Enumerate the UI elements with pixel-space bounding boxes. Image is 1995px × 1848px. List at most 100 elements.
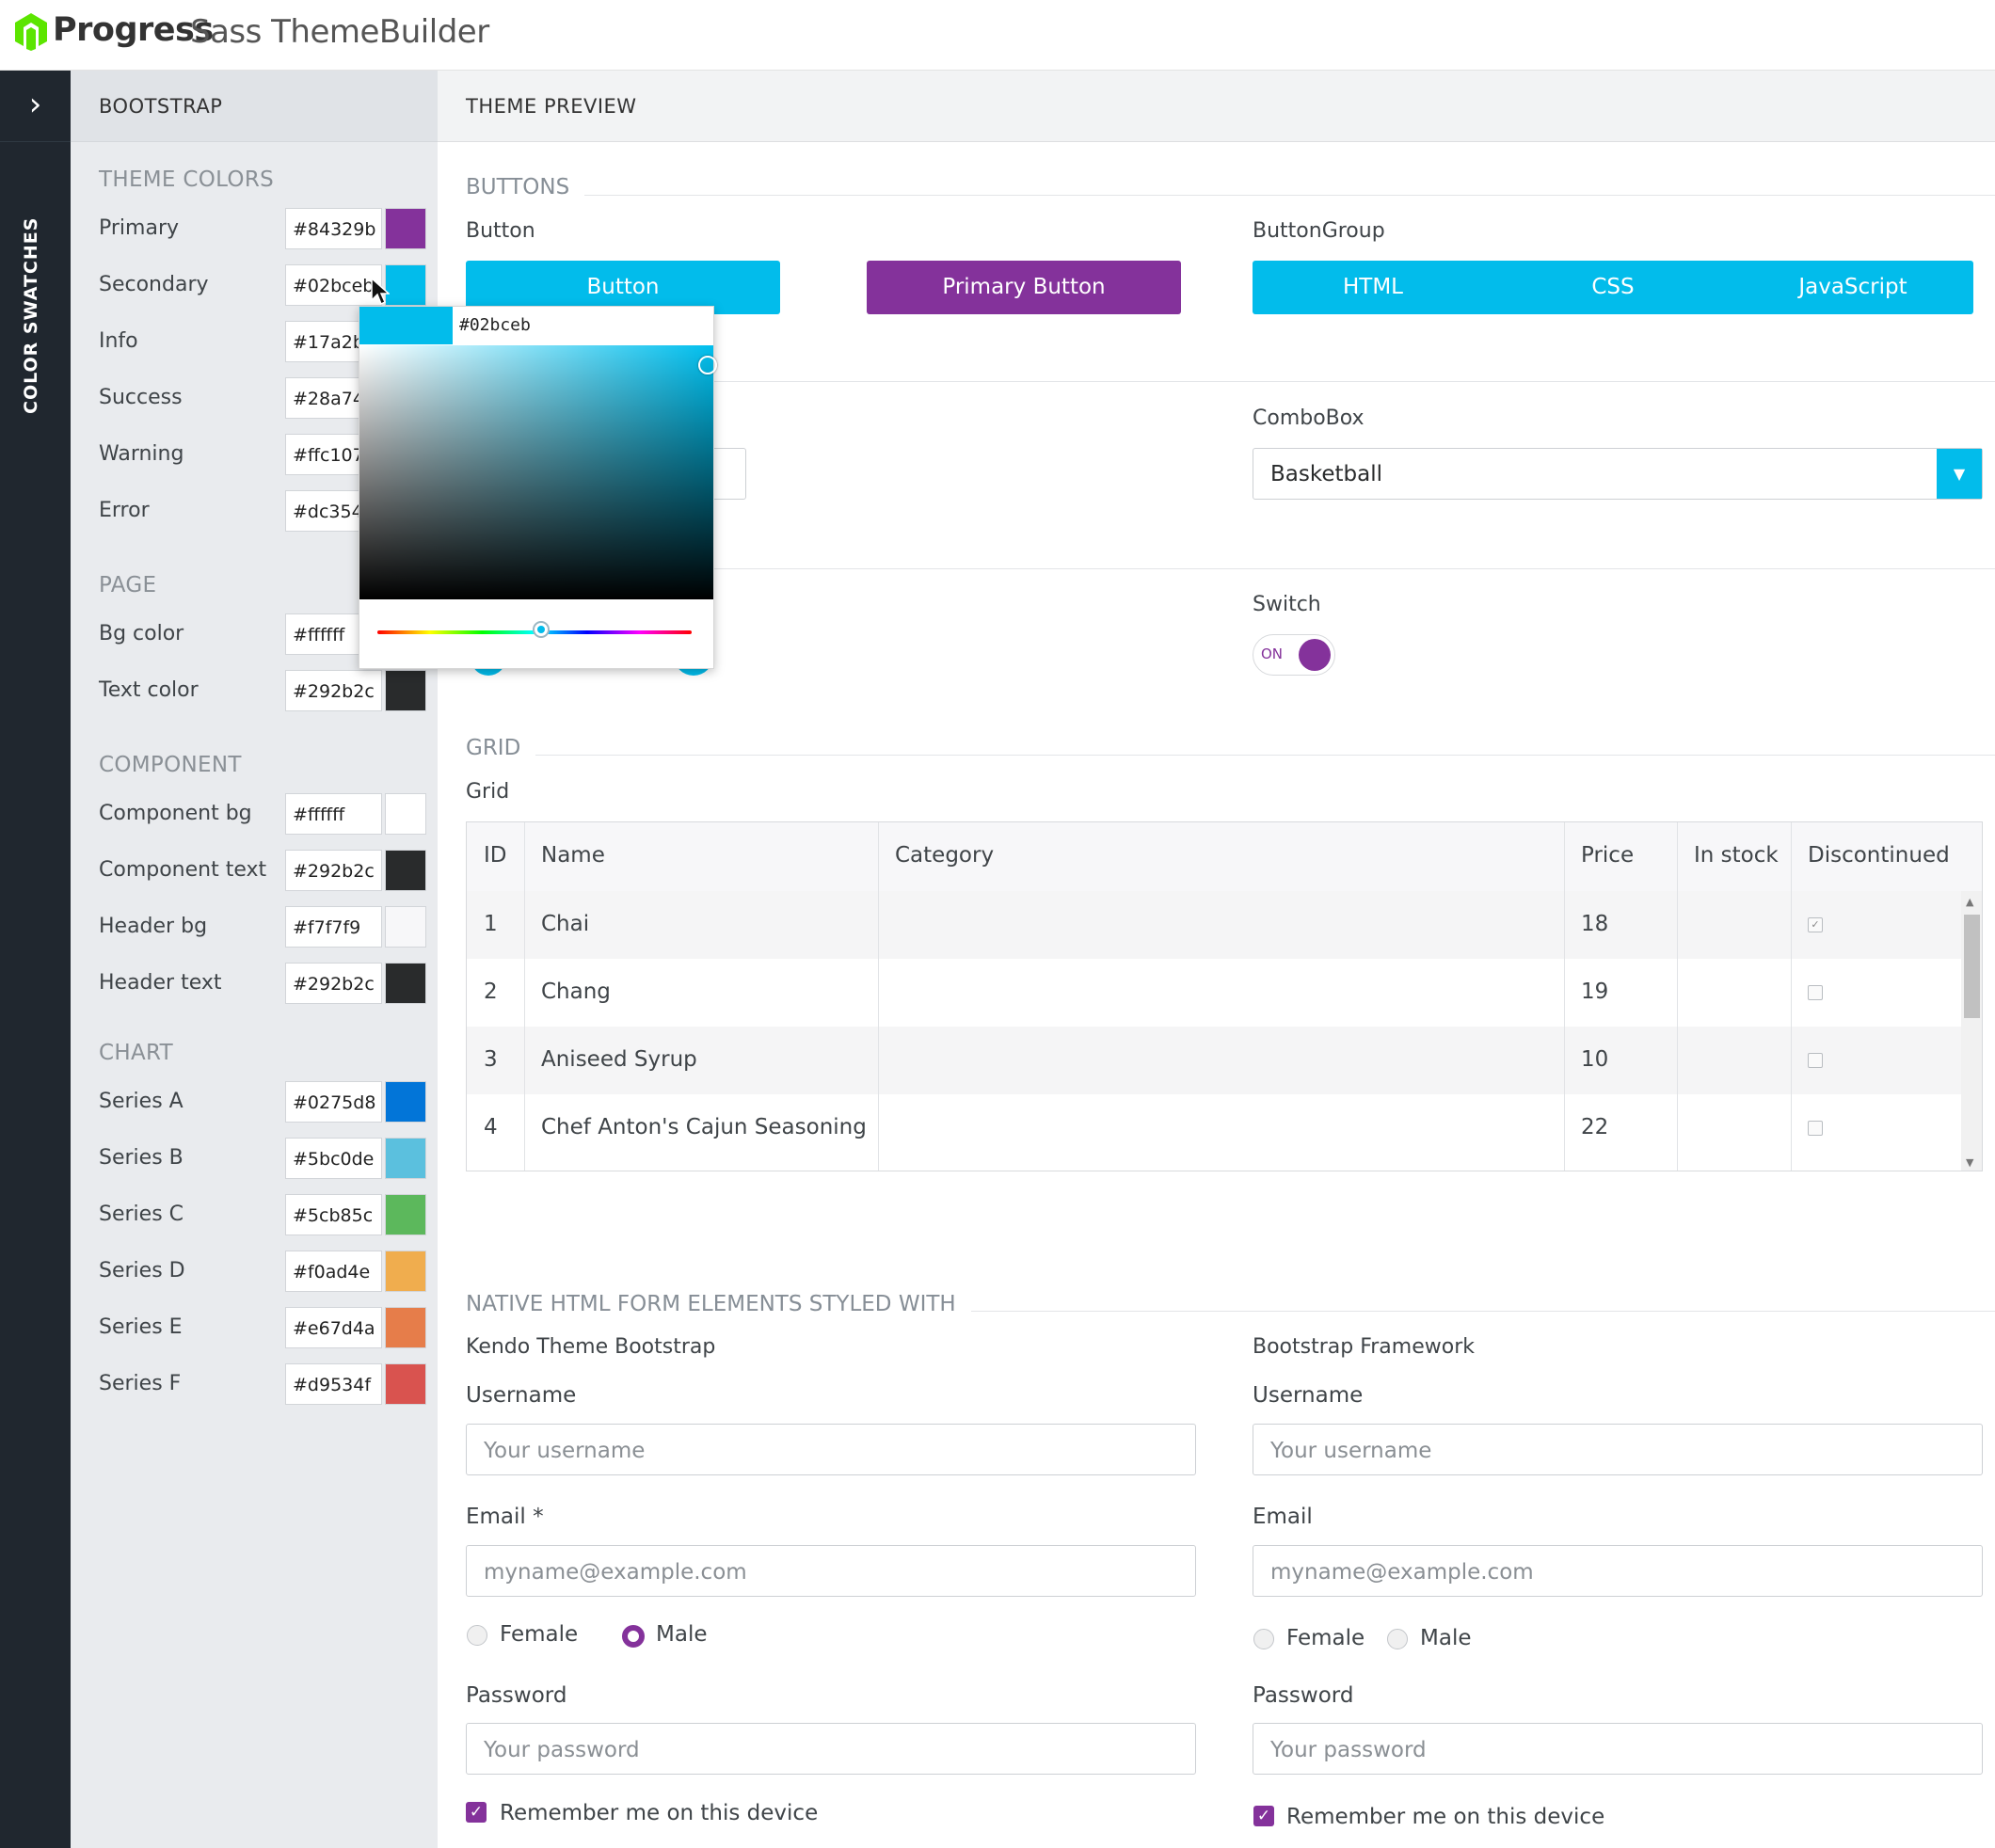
switch-thumb[interactable]	[1299, 639, 1331, 671]
chevron-right-icon[interactable]: ›	[0, 71, 71, 142]
swatch-hex-input[interactable]: #5bc0de	[285, 1138, 382, 1179]
bootstrap-email-input[interactable]: myname@example.com	[1253, 1545, 1983, 1597]
grid-cell-price: 10	[1581, 1047, 1609, 1072]
discontinued-checkbox[interactable]	[1808, 1121, 1823, 1136]
section-title-grid: GRID	[466, 736, 536, 760]
kendo-female-radio[interactable]	[467, 1625, 487, 1646]
kendo-password-label: Password	[466, 1683, 567, 1708]
swatch-row: Component bg #ffffff	[99, 793, 426, 836]
table-row[interactable]: 1 Chai 18 ✓	[467, 891, 1963, 959]
table-row[interactable]: 4 Chef Anton's Cajun Seasoning 22	[467, 1094, 1963, 1162]
top-bar: Progress Sass ThemeBuilder	[0, 0, 1995, 71]
data-grid: ID Name Category Price In stock Discontinued …	[466, 821, 1983, 1171]
swatch-color-chip[interactable]	[385, 264, 426, 306]
swatch-label: Success	[99, 386, 183, 409]
swatch-color-chip[interactable]	[385, 1363, 426, 1405]
grid-cell-name: Aniseed Syrup	[541, 1047, 697, 1072]
swatch-row: Header bg #f7f7f9	[99, 906, 426, 949]
swatch-hex-input[interactable]: #d9534f	[285, 1363, 382, 1405]
grid-cell-price: 19	[1581, 980, 1609, 1004]
scroll-up-icon[interactable]: ▲	[1966, 896, 1973, 908]
swatch-row: Header text #292b2c	[99, 963, 426, 1006]
swatch-hex-input[interactable]: #f0ad4e	[285, 1251, 382, 1292]
swatch-label: Component text	[99, 858, 267, 882]
kendo-password-input[interactable]: Your password	[466, 1723, 1196, 1775]
buttongroup-css[interactable]: CSS	[1493, 261, 1732, 314]
discontinued-checkbox[interactable]: ✓	[1808, 917, 1823, 932]
primary-button[interactable]: Primary Button	[867, 261, 1181, 314]
swatch-color-chip[interactable]	[385, 963, 426, 1004]
bootstrap-email-label: Email	[1253, 1505, 1313, 1529]
swatch-color-chip[interactable]	[385, 906, 426, 948]
scroll-down-icon[interactable]: ▼	[1966, 1156, 1973, 1169]
bootstrap-remember-checkbox[interactable]: ✓	[1253, 1806, 1274, 1826]
swatch-hex-input[interactable]: #292b2c	[285, 670, 382, 711]
scrollbar-thumb[interactable]	[1964, 915, 1980, 1018]
swatch-row: Text color #292b2c	[99, 670, 426, 713]
grid-column-separator	[878, 822, 879, 1171]
swatch-hex-input[interactable]: #292b2c	[285, 850, 382, 891]
swatch-hex-input[interactable]: #84329b	[285, 208, 382, 249]
discontinued-checkbox[interactable]	[1808, 985, 1823, 1000]
swatch-hex-input[interactable]: #5cb85c	[285, 1194, 382, 1235]
swatch-color-chip[interactable]	[385, 1081, 426, 1123]
swatch-hex-input[interactable]: #ffffff	[285, 793, 382, 835]
switch-toggle[interactable]: ON	[1253, 634, 1335, 676]
bootstrap-password-input[interactable]: Your password	[1253, 1723, 1983, 1775]
table-row[interactable]: 2 Chang 19	[467, 959, 1963, 1027]
grid-cell-name: Chai	[541, 912, 590, 936]
grid-cell-id: 4	[484, 1115, 498, 1139]
grid-column-header[interactable]: Name	[541, 843, 605, 868]
kendo-username-input[interactable]: Your username	[466, 1424, 1196, 1475]
swatch-label: Series A	[99, 1090, 184, 1113]
bootstrap-male-radio[interactable]	[1387, 1629, 1408, 1649]
buttongroup-html[interactable]: HTML	[1253, 261, 1493, 314]
swatch-color-chip[interactable]	[385, 793, 426, 835]
kendo-email-input[interactable]: myname@example.com	[466, 1545, 1196, 1597]
saturation-handle[interactable]	[698, 356, 717, 374]
swatch-group-title: COMPONENT	[99, 753, 242, 777]
sidebar-header: BOOTSTRAP	[71, 71, 438, 142]
saturation-gradient[interactable]	[359, 345, 713, 599]
discontinued-checkbox[interactable]	[1808, 1053, 1823, 1068]
swatch-color-chip[interactable]	[385, 670, 426, 711]
swatch-label: Header text	[99, 971, 222, 995]
color-swatches-tab[interactable]: COLOR SWATCHES	[15, 165, 53, 428]
swatch-hex-input[interactable]: #02bceb	[285, 264, 382, 306]
bootstrap-username-input[interactable]: Your username	[1253, 1424, 1983, 1475]
grid-scrollbar[interactable]: ▲ ▼	[1961, 891, 1982, 1171]
grid-cell-price: 22	[1581, 1115, 1609, 1139]
kendo-male-radio[interactable]	[622, 1625, 645, 1648]
kendo-remember-label: Remember me on this device	[500, 1801, 819, 1825]
grid-column-header[interactable]: Price	[1581, 843, 1634, 868]
swatch-hex-input[interactable]: #0275d8	[285, 1081, 382, 1123]
swatch-hex-input[interactable]: #f7f7f9	[285, 906, 382, 948]
grid-column-header[interactable]: Discontinued	[1808, 843, 1950, 868]
table-row[interactable]: 3 Aniseed Syrup 10	[467, 1027, 1963, 1094]
combobox[interactable]: Basketball ▼	[1253, 448, 1983, 500]
grid-column-header[interactable]: In stock	[1694, 843, 1779, 868]
buttongroup-javascript[interactable]: JavaScript	[1732, 261, 1973, 314]
combobox-caption: ComboBox	[1253, 406, 1365, 430]
swatch-group-title: CHART	[99, 1041, 173, 1065]
grid-column-header[interactable]: Category	[895, 843, 994, 868]
grid-cell-price: 18	[1581, 912, 1609, 936]
grid-header: ID Name Category Price In stock Discontinued	[467, 822, 1982, 892]
picker-hex-value[interactable]: #02bceb	[459, 315, 531, 335]
bootstrap-female-radio[interactable]	[1253, 1629, 1274, 1649]
swatch-hex-input[interactable]: #292b2c	[285, 963, 382, 1004]
hue-slider-thumb[interactable]	[533, 621, 550, 638]
grid-column-header[interactable]: ID	[484, 843, 507, 868]
combobox-value: Basketball	[1270, 462, 1382, 486]
caret-down-icon[interactable]: ▼	[1937, 449, 1982, 499]
swatch-color-chip[interactable]	[385, 208, 426, 249]
swatch-color-chip[interactable]	[385, 1251, 426, 1292]
buttongroup-caption: ButtonGroup	[1253, 219, 1385, 243]
swatch-color-chip[interactable]	[385, 1138, 426, 1179]
kendo-remember-checkbox[interactable]: ✓	[466, 1802, 487, 1823]
swatch-color-chip[interactable]	[385, 1194, 426, 1235]
swatch-color-chip[interactable]	[385, 1307, 426, 1348]
kendo-male-label: Male	[656, 1622, 708, 1647]
swatch-color-chip[interactable]	[385, 850, 426, 891]
swatch-hex-input[interactable]: #e67d4a	[285, 1307, 382, 1348]
